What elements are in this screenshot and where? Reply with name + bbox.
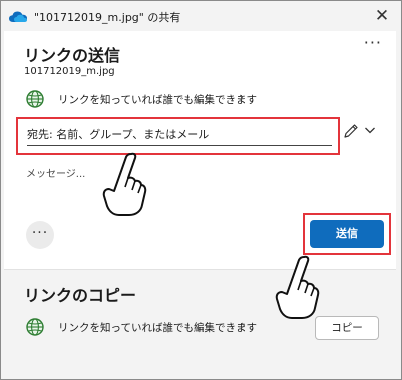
globe-icon: [26, 318, 44, 336]
send-button-highlight: 送信: [303, 213, 391, 255]
more-options-button[interactable]: ···: [364, 33, 382, 52]
window-title: "101712019_m.jpg" の共有: [34, 11, 181, 24]
share-dialog: "101712019_m.jpg" の共有 ✕ ··· リンクの送信 10171…: [0, 0, 402, 380]
send-button[interactable]: 送信: [310, 220, 384, 248]
chevron-right-icon[interactable]: ›: [239, 90, 244, 104]
recipients-input[interactable]: [27, 123, 332, 146]
pencil-icon[interactable]: [343, 123, 359, 139]
file-name: 101712019_m.jpg: [24, 66, 115, 77]
chevron-right-icon[interactable]: ›: [241, 318, 246, 332]
pointing-hand-icon: [102, 152, 147, 216]
globe-icon: [26, 90, 44, 108]
chevron-down-icon[interactable]: [364, 124, 376, 136]
recipients-highlight: [16, 117, 340, 155]
more-options-button[interactable]: ···: [26, 221, 54, 249]
copy-link-title: リンクのコピー: [24, 286, 137, 305]
onedrive-cloud-icon: [9, 11, 27, 22]
title-bar: "101712019_m.jpg" の共有 ✕: [1, 1, 401, 31]
link-permission-setting[interactable]: リンクを知っていれば誰でも編集できます: [58, 92, 257, 107]
send-link-panel: ··· リンクの送信 101712019_m.jpg リンクを知っていれば誰でも…: [4, 31, 396, 270]
message-field[interactable]: メッセージ...: [26, 165, 85, 180]
link-permission-setting[interactable]: リンクを知っていれば誰でも編集できます: [58, 320, 257, 335]
copy-button[interactable]: コピー: [315, 316, 379, 340]
send-link-title: リンクの送信: [24, 46, 121, 65]
pointing-hand-icon: [275, 255, 320, 319]
copy-link-panel: リンクのコピー リンクを知っていれば誰でも編集できます › コピー: [4, 270, 396, 375]
close-icon[interactable]: ✕: [371, 5, 393, 27]
